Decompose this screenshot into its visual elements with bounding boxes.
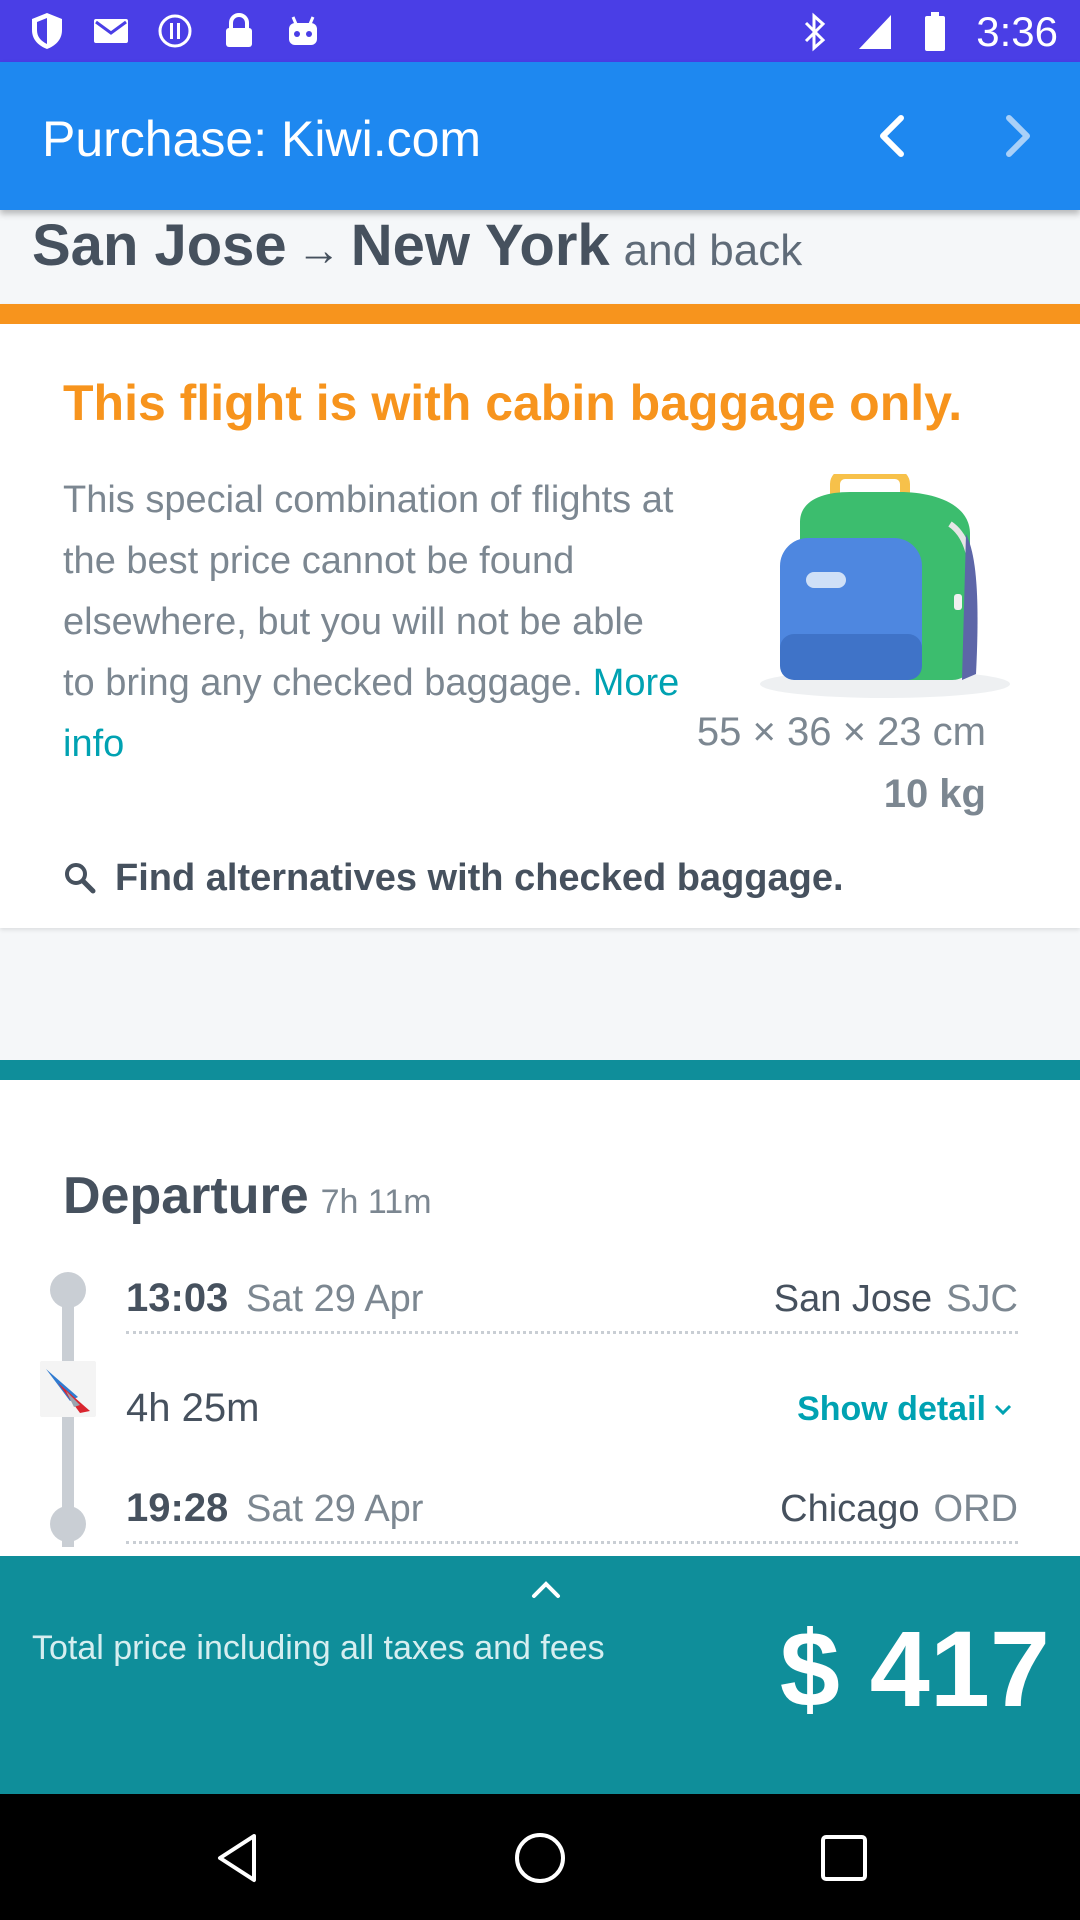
baggage-description-text: This special combination of flights at t… xyxy=(63,479,674,704)
segment-date: Sat 29 Apr xyxy=(246,1278,424,1320)
baggage-title: This flight is with cabin baggage only. xyxy=(63,375,963,431)
departure-title: Departure 7h 11m xyxy=(63,1166,432,1226)
flight-duration-row: 4h 25m Show detail xyxy=(126,1380,1018,1444)
bluetooth-icon xyxy=(796,12,834,52)
android-icon xyxy=(284,12,322,50)
app-bar: Purchase: Kiwi.com xyxy=(0,62,1080,210)
segment-arrival-row: 19:28 Sat 29 Apr Chicago ORD xyxy=(126,1480,1018,1544)
baggage-weight: 10 kg xyxy=(883,772,986,816)
flight-duration: 4h 25m xyxy=(126,1386,260,1430)
battery-icon xyxy=(916,12,954,51)
find-alternatives-button[interactable]: Find alternatives with checked baggage. xyxy=(63,850,844,906)
status-bar: 3:36 xyxy=(0,0,1080,62)
total-price-label: Total price including all taxes and fees xyxy=(32,1629,605,1667)
baggage-dimensions: 55 × 36 × 23 cm xyxy=(696,710,986,754)
route-destination: New York xyxy=(350,213,610,278)
forward-button[interactable] xyxy=(988,106,1048,166)
chevron-right-icon xyxy=(1006,115,1030,157)
find-alternatives-label: Find alternatives with checked baggage. xyxy=(115,856,844,899)
segment-city: Chicago xyxy=(780,1488,920,1530)
timeline-dot-departure xyxy=(50,1272,86,1308)
status-time: 3:36 xyxy=(976,8,1058,55)
shield-icon xyxy=(28,12,66,50)
segment-airport-code: ORD xyxy=(933,1488,1018,1530)
mail-icon xyxy=(92,12,130,50)
segment-place: San Jose SJC xyxy=(774,1278,1018,1321)
departure-duration: 7h 11m xyxy=(320,1183,432,1221)
info-icon xyxy=(156,12,194,50)
show-detail-label: Show detail xyxy=(797,1390,986,1428)
recents-square-icon[interactable] xyxy=(816,1830,872,1886)
segment-city: San Jose xyxy=(773,1278,933,1320)
back-triangle-icon[interactable] xyxy=(210,1830,266,1886)
route-arrow: → xyxy=(296,226,341,275)
total-price-value: $ 417 xyxy=(779,1608,1050,1729)
segment-departure-row: 13:03 Sat 29 Apr San Jose SJC xyxy=(126,1270,1018,1334)
back-button[interactable] xyxy=(862,106,922,166)
home-circle-icon[interactable] xyxy=(512,1830,568,1886)
show-detail-button[interactable]: Show detail xyxy=(797,1390,1012,1429)
segment-time: 19:28 xyxy=(126,1486,229,1530)
chevron-up-icon[interactable] xyxy=(526,1576,566,1604)
route-header: San Jose → New York and back xyxy=(32,212,802,298)
chevron-down-icon xyxy=(994,1404,1012,1415)
route-origin: San Jose xyxy=(32,213,287,278)
segment-date: Sat 29 Apr xyxy=(246,1488,424,1530)
baggage-description: This special combination of flights at t… xyxy=(63,470,683,775)
airline-logo-icon xyxy=(40,1361,96,1417)
departure-label: Departure xyxy=(63,1167,309,1225)
signal-icon xyxy=(856,13,894,51)
segment-airport-code: SJC xyxy=(946,1278,1018,1320)
page-title: Purchase: Kiwi.com xyxy=(42,111,482,167)
search-icon xyxy=(65,863,96,894)
timeline-dot-arrival xyxy=(50,1506,86,1542)
chevron-left-icon xyxy=(880,115,904,157)
segment-place: Chicago ORD xyxy=(780,1488,1018,1531)
segment-time: 13:03 xyxy=(126,1276,229,1320)
baggage-card: This flight is with cabin baggage only. … xyxy=(0,304,1080,928)
system-nav-bar xyxy=(0,1794,1080,1920)
lock-icon xyxy=(220,12,258,50)
backpack-icon xyxy=(750,469,1020,704)
trip-type: and back xyxy=(623,226,803,275)
total-price-bar[interactable]: Total price including all taxes and fees… xyxy=(0,1556,1080,1794)
departure-card: Departure 7h 11m 13:03 Sat 29 Apr San Jos… xyxy=(0,1060,1080,1570)
